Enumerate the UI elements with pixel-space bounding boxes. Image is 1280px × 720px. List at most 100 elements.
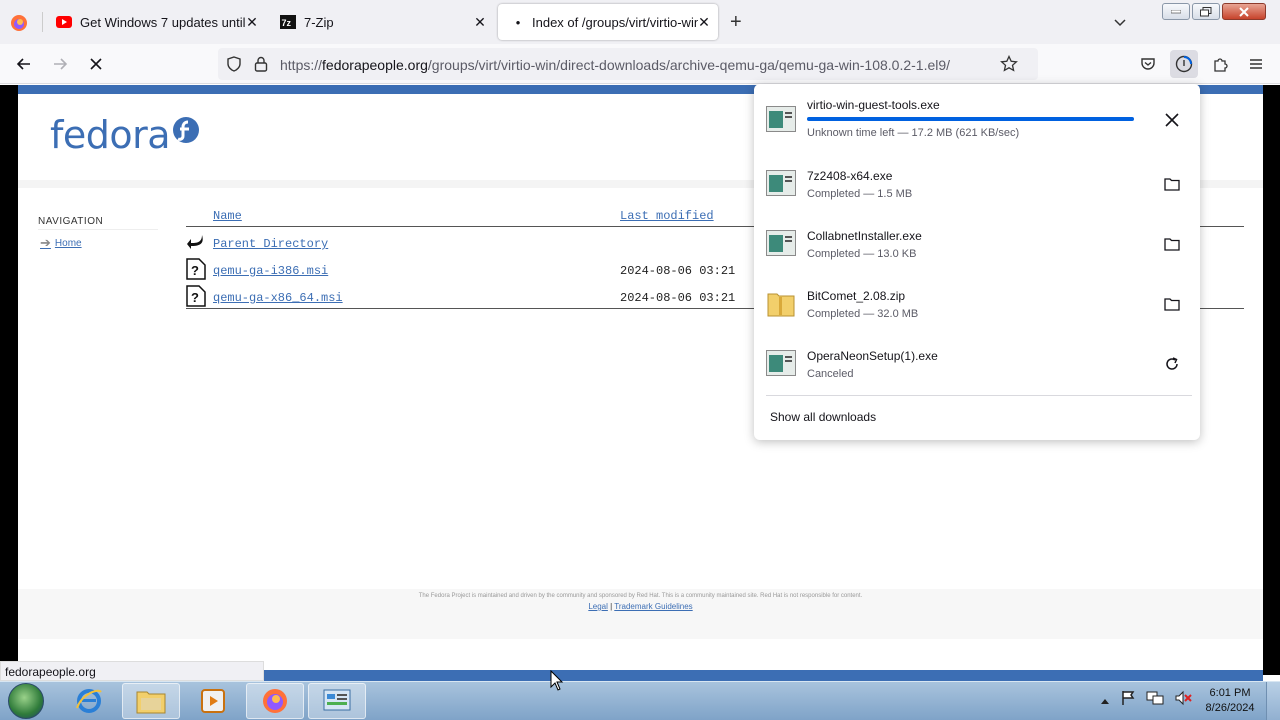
nav-home-label: Home — [54, 237, 82, 249]
show-hidden-icons-icon[interactable] — [1100, 692, 1110, 710]
unknown-file-icon: ? — [186, 258, 206, 280]
cancel-icon[interactable] — [1162, 110, 1182, 130]
clock-date: 8/26/2024 — [1205, 702, 1255, 714]
arrow-right-icon: ➔ — [40, 235, 51, 250]
loading-dot-icon: • — [515, 14, 521, 30]
close-tab-icon[interactable]: ✕ — [472, 14, 488, 30]
fedora-logo-text: fedora — [50, 113, 171, 157]
system-tray — [1100, 690, 1192, 711]
lock-icon[interactable] — [254, 56, 268, 77]
download-filename: virtio-win-guest-tools.exe — [807, 98, 940, 112]
taskbar-clock[interactable]: 6:01 PM 8/26/2024 — [1200, 686, 1260, 716]
downloads-panel: virtio-win-guest-tools.exe Unknown time … — [754, 84, 1200, 440]
download-status: Canceled — [807, 368, 854, 380]
parent-directory-link[interactable]: Parent Directory — [213, 237, 328, 251]
control-panel-icon[interactable] — [308, 683, 366, 719]
tab-title: Get Windows 7 updates until 20 — [80, 14, 248, 30]
tracking-shield-icon[interactable] — [226, 56, 242, 77]
column-header-name[interactable]: Name — [213, 209, 242, 223]
folder-icon[interactable] — [1162, 174, 1182, 194]
download-item[interactable]: BitComet_2.08.zip Completed — 32.0 MB — [754, 280, 1200, 340]
footer-separator: | — [610, 602, 613, 611]
windows-taskbar: 6:01 PM 8/26/2024 — [0, 681, 1280, 720]
download-status: Completed — 1.5 MB — [807, 188, 913, 200]
new-tab-icon[interactable]: + — [730, 12, 742, 32]
tab-7zip[interactable]: 7z 7-Zip ✕ — [272, 4, 494, 40]
7zip-icon: 7z — [280, 14, 296, 30]
clock-time: 6:01 PM — [1209, 687, 1251, 699]
show-all-downloads-button[interactable]: Show all downloads — [770, 410, 876, 424]
download-progress-fill — [807, 117, 1134, 121]
url-host: fedorapeople.org — [322, 57, 428, 73]
mouse-cursor-icon — [550, 670, 564, 691]
retry-icon[interactable] — [1162, 354, 1182, 374]
download-filename: CollabnetInstaller.exe — [807, 229, 922, 243]
file-date: 2024-08-06 03:21 — [620, 291, 736, 305]
download-filename: BitComet_2.08.zip — [807, 289, 906, 303]
restore-icon[interactable] — [1192, 3, 1220, 20]
bookmark-star-icon[interactable] — [1000, 54, 1018, 78]
download-status: Completed — 32.0 MB — [807, 308, 919, 320]
internet-explorer-icon[interactable] — [60, 683, 118, 719]
start-button[interactable] — [8, 683, 44, 719]
trademark-guidelines-link[interactable]: Trademark Guidelines — [614, 602, 692, 611]
navigation-toolbar: https://fedorapeople.org/groups/virt/vir… — [0, 44, 1280, 84]
hamburger-menu-icon[interactable] — [1244, 52, 1268, 76]
zip-folder-icon — [766, 288, 796, 317]
network-icon[interactable] — [1146, 690, 1164, 711]
pocket-icon[interactable] — [1136, 52, 1160, 76]
fedora-infinity-icon — [173, 117, 199, 143]
download-item[interactable]: OperaNeonSetup(1).exe Canceled — [754, 340, 1200, 400]
tab-index-of[interactable]: • Index of /groups/virt/virtio-win ✕ — [498, 4, 718, 40]
file-link[interactable]: qemu-ga-i386.msi — [213, 264, 328, 278]
download-item[interactable]: 7z2408-x64.exe Completed — 1.5 MB — [754, 160, 1200, 220]
extensions-icon[interactable] — [1208, 52, 1232, 76]
back-icon[interactable] — [12, 52, 36, 76]
url-path: /groups/virt/virtio-win/direct-downloads… — [427, 57, 951, 73]
stop-loading-icon[interactable] — [84, 52, 108, 76]
viewport-border-left — [0, 85, 18, 675]
download-item[interactable]: virtio-win-guest-tools.exe Unknown time … — [754, 84, 1200, 144]
close-tab-icon[interactable]: ✕ — [244, 14, 260, 30]
download-item[interactable]: CollabnetInstaller.exe Completed — 13.0 … — [754, 220, 1200, 280]
url-scheme: https:// — [280, 57, 323, 73]
firefox-view-icon[interactable] — [8, 12, 30, 34]
navigation-heading: NAVIGATION — [38, 216, 104, 227]
nav-home-link[interactable]: ➔ Home — [40, 235, 82, 251]
download-filename: OperaNeonSetup(1).exe — [807, 349, 938, 363]
folder-icon[interactable] — [1162, 234, 1182, 254]
minimize-icon[interactable] — [1162, 3, 1190, 20]
back-arrow-icon — [186, 231, 206, 253]
window-controls — [1162, 3, 1266, 20]
tab-youtube[interactable]: Get Windows 7 updates until 20 ✕ — [48, 4, 266, 40]
folder-icon[interactable] — [1162, 294, 1182, 314]
firefox-taskbar-icon[interactable] — [246, 683, 304, 719]
downloads-icon[interactable] — [1170, 50, 1198, 78]
close-window-icon[interactable] — [1222, 3, 1266, 20]
volume-muted-icon[interactable] — [1174, 690, 1192, 711]
legal-link[interactable]: Legal — [588, 602, 608, 611]
exe-file-icon — [766, 106, 796, 132]
tab-strip: Get Windows 7 updates until 20 ✕ 7z 7-Zi… — [0, 0, 1280, 44]
exe-file-icon — [766, 350, 796, 376]
action-center-flag-icon[interactable] — [1120, 690, 1136, 711]
unknown-file-icon: ? — [186, 285, 206, 307]
forward-icon[interactable] — [48, 52, 72, 76]
url-text[interactable]: https://fedorapeople.org/groups/virt/vir… — [280, 57, 950, 73]
file-link[interactable]: qemu-ga-x86_64.msi — [213, 291, 343, 305]
close-tab-icon[interactable]: ✕ — [696, 14, 712, 30]
footer-note: The Fedora Project is maintained and dri… — [418, 593, 863, 599]
file-explorer-icon[interactable] — [122, 683, 180, 719]
file-date: 2024-08-06 03:21 — [620, 264, 736, 278]
media-player-icon[interactable] — [184, 683, 242, 719]
url-bar[interactable]: https://fedorapeople.org/groups/virt/vir… — [218, 48, 1038, 80]
chevron-down-icon[interactable] — [1112, 14, 1128, 30]
footer-links: Legal | Trademark Guidelines — [18, 602, 1263, 611]
show-desktop-button[interactable] — [1266, 682, 1280, 720]
page-footer: The Fedora Project is maintained and dri… — [18, 589, 1263, 639]
fedora-logo[interactable]: fedora — [50, 113, 199, 157]
download-status: Unknown time left — 17.2 MB (621 KB/sec) — [807, 127, 1020, 139]
svg-text:?: ? — [191, 290, 199, 305]
column-header-last-modified[interactable]: Last modified — [620, 209, 714, 223]
exe-file-icon — [766, 170, 796, 196]
